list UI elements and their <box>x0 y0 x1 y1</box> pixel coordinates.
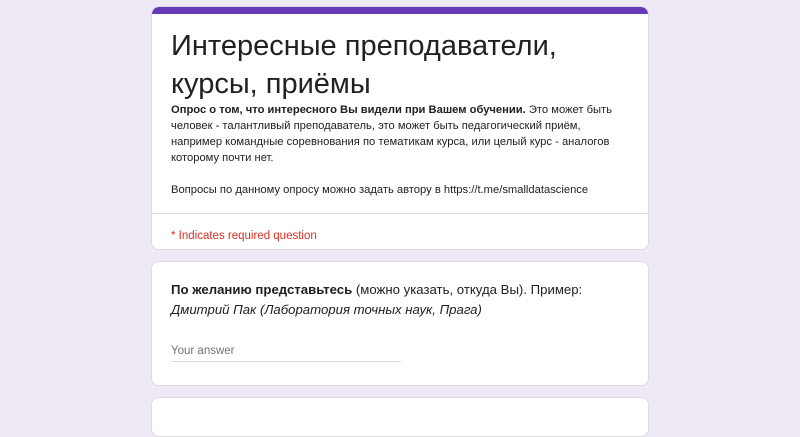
divider <box>152 213 648 214</box>
description-paragraph: Опрос о том, что интересного Вы видели п… <box>171 102 631 166</box>
required-note: * Indicates required question <box>171 230 317 242</box>
question-title-example: Дмитрий Пак (Лаборатория точных наук, Пр… <box>171 302 482 317</box>
description-contact: Вопросы по данному опросу можно задать а… <box>171 184 589 196</box>
question-card-introduce: По желанию представьтесь (можно указать,… <box>151 261 649 386</box>
form-header-card: Интересные преподаватели, курсы, приёмы … <box>151 6 649 250</box>
description-bold: Опрос о том, что интересного Вы видели п… <box>171 104 526 116</box>
answer-input[interactable] <box>171 341 401 362</box>
question-title-text: (можно указать, откуда Вы). Пример: <box>352 282 583 297</box>
accent-bar <box>152 7 648 14</box>
question-title-bold: По желанию представьтесь <box>171 282 353 297</box>
form-description: Опрос о том, что интересного Вы видели п… <box>171 102 631 198</box>
question-card-next <box>151 397 649 437</box>
form-title: Интересные преподаватели, курсы, приёмы <box>171 30 557 100</box>
question-title: По желанию представьтесь (можно указать,… <box>171 280 631 320</box>
